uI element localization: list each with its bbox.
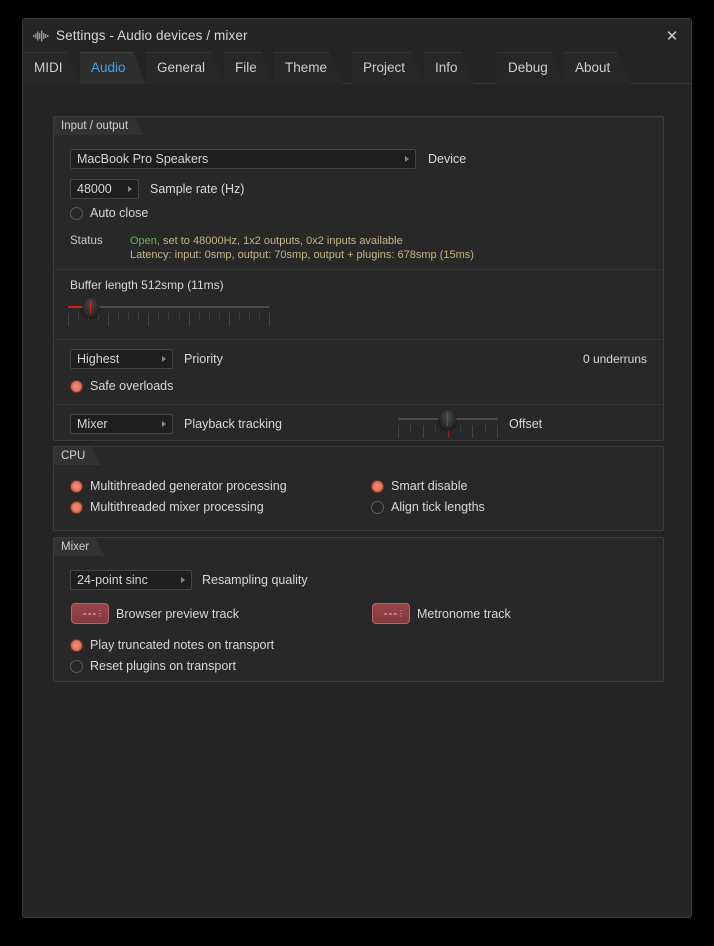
priority-label: Priority — [184, 352, 223, 366]
cpu-option-label: Align tick lengths — [391, 500, 485, 514]
group-mixer-title: Mixer — [53, 537, 104, 556]
settings-window: Settings - Audio devices / mixer ✕ MIDI A… — [22, 18, 692, 918]
tab-label: About — [575, 60, 611, 75]
cpu-option-label: Multithreaded generator processing — [90, 479, 287, 493]
radio-indicator-icon — [70, 379, 83, 393]
close-icon[interactable]: ✕ — [661, 25, 683, 47]
status-line-2: Latency: input: 0smp, output: 70smp, out… — [130, 249, 474, 261]
slider-ticks — [68, 313, 270, 326]
underruns-status: 0 underruns — [582, 352, 647, 366]
cpu-option-smart-disable[interactable]: Smart disable — [371, 479, 467, 493]
group-cpu: CPU Multithreaded generator processing M… — [53, 446, 664, 531]
tab-file[interactable]: File — [224, 52, 274, 83]
mixer-option-label: Reset plugins on transport — [90, 659, 236, 673]
tab-label: Audio — [91, 60, 126, 75]
tab-bar: MIDI Audio General File Theme Project Info Debu… — [23, 52, 691, 84]
sample-rate-combo[interactable]: 48000 — [70, 179, 139, 199]
device-label: Device — [428, 152, 467, 166]
group-input-output: Input / output MacBook Pro Speakers Devi… — [53, 116, 664, 441]
browser-preview-track-label: Browser preview track — [116, 607, 239, 621]
window-title: Settings - Audio devices / mixer — [56, 28, 248, 43]
sample-rate-label: Sample rate (Hz) — [150, 182, 245, 196]
tab-audio[interactable]: Audio — [80, 52, 146, 83]
radio-indicator-icon — [70, 500, 83, 514]
radio-indicator-icon — [371, 479, 384, 493]
status-open-text: Open, — [130, 235, 160, 247]
browser-preview-track-button[interactable]: --- ⋮ — [71, 603, 109, 624]
resampling-quality-label: Resampling quality — [202, 573, 308, 587]
resampling-quality-value: 24-point sinc — [77, 573, 148, 587]
chevron-right-icon — [162, 421, 166, 427]
tab-label: Info — [435, 60, 458, 75]
tab-project[interactable]: Project — [352, 52, 424, 83]
buffer-length-slider[interactable] — [68, 298, 270, 328]
audio-waveform-icon — [33, 30, 49, 41]
tab-label: Debug — [508, 60, 548, 75]
group-cpu-title: CPU — [53, 446, 100, 465]
chevron-updown-icon: ⋮ — [397, 608, 406, 618]
tab-label: File — [235, 60, 257, 75]
safe-overloads-radio[interactable]: Safe overloads — [70, 379, 173, 393]
status-line-1: Open, set to 48000Hz, 1x2 outputs, 0x2 i… — [130, 235, 403, 247]
metronome-track-button[interactable]: --- ⋮ — [372, 603, 410, 624]
auto-close-label: Auto close — [90, 206, 149, 220]
mixer-option-reset-plugins[interactable]: Reset plugins on transport — [70, 659, 236, 673]
mixer-option-play-truncated-notes[interactable]: Play truncated notes on transport — [70, 638, 274, 652]
playback-tracking-value: Mixer — [77, 417, 108, 431]
metronome-track-label: Metronome track — [417, 607, 511, 621]
tab-debug[interactable]: Debug — [497, 52, 564, 83]
tab-label: Theme — [285, 60, 328, 75]
playback-tracking-combo[interactable]: Mixer — [70, 414, 173, 434]
safe-overloads-label: Safe overloads — [90, 379, 174, 393]
tab-general[interactable]: General — [146, 52, 224, 83]
cpu-option-align-tick-lengths[interactable]: Align tick lengths — [371, 500, 485, 514]
tab-about[interactable]: About — [564, 52, 631, 83]
cpu-option-multithreaded-generator[interactable]: Multithreaded generator processing — [70, 479, 287, 493]
radio-indicator-icon — [70, 479, 83, 493]
radio-indicator-icon — [371, 500, 384, 514]
tab-label: General — [157, 60, 206, 75]
chevron-right-icon — [162, 356, 166, 362]
tab-label: MIDI — [34, 60, 63, 75]
group-input-output-title: Input / output — [53, 116, 143, 135]
slider-knob[interactable] — [439, 410, 456, 429]
title-bar: Settings - Audio devices / mixer ✕ — [23, 19, 691, 52]
slider-knob[interactable] — [82, 298, 99, 317]
device-combo[interactable]: MacBook Pro Speakers — [70, 149, 416, 169]
resampling-quality-combo[interactable]: 24-point sinc — [70, 570, 192, 590]
settings-content: Input / output MacBook Pro Speakers Devi… — [24, 84, 690, 916]
radio-indicator-icon — [70, 638, 83, 652]
status-detail-text: set to 48000Hz, 1x2 outputs, 0x2 inputs … — [159, 235, 403, 247]
offset-slider[interactable] — [398, 410, 498, 438]
mixer-option-label: Play truncated notes on transport — [90, 638, 275, 652]
playback-tracking-label: Playback tracking — [184, 417, 282, 431]
tab-theme[interactable]: Theme — [274, 52, 343, 83]
cpu-option-label: Multithreaded mixer processing — [90, 500, 264, 514]
offset-label: Offset — [509, 417, 543, 431]
group-mixer: Mixer 24-point sinc Resampling quality -… — [53, 537, 664, 682]
auto-close-radio[interactable]: Auto close — [70, 206, 148, 220]
priority-value: Highest — [77, 352, 120, 366]
sample-rate-value: 48000 — [77, 182, 112, 196]
radio-indicator-icon — [70, 206, 83, 220]
status-label: Status — [70, 235, 103, 247]
chevron-updown-icon: ⋮ — [96, 608, 105, 618]
tab-info[interactable]: Info — [424, 52, 474, 83]
tab-label: Project — [363, 60, 406, 75]
chevron-right-icon — [405, 156, 409, 162]
radio-indicator-icon — [70, 659, 83, 673]
chevron-right-icon — [181, 577, 185, 583]
device-value: MacBook Pro Speakers — [77, 152, 209, 166]
priority-combo[interactable]: Highest — [70, 349, 173, 369]
tab-midi[interactable]: MIDI — [23, 52, 80, 83]
chevron-right-icon — [128, 186, 132, 192]
buffer-length-label: Buffer length 512smp (11ms) — [70, 278, 224, 292]
cpu-option-label: Smart disable — [391, 479, 468, 493]
cpu-option-multithreaded-mixer[interactable]: Multithreaded mixer processing — [70, 500, 264, 514]
